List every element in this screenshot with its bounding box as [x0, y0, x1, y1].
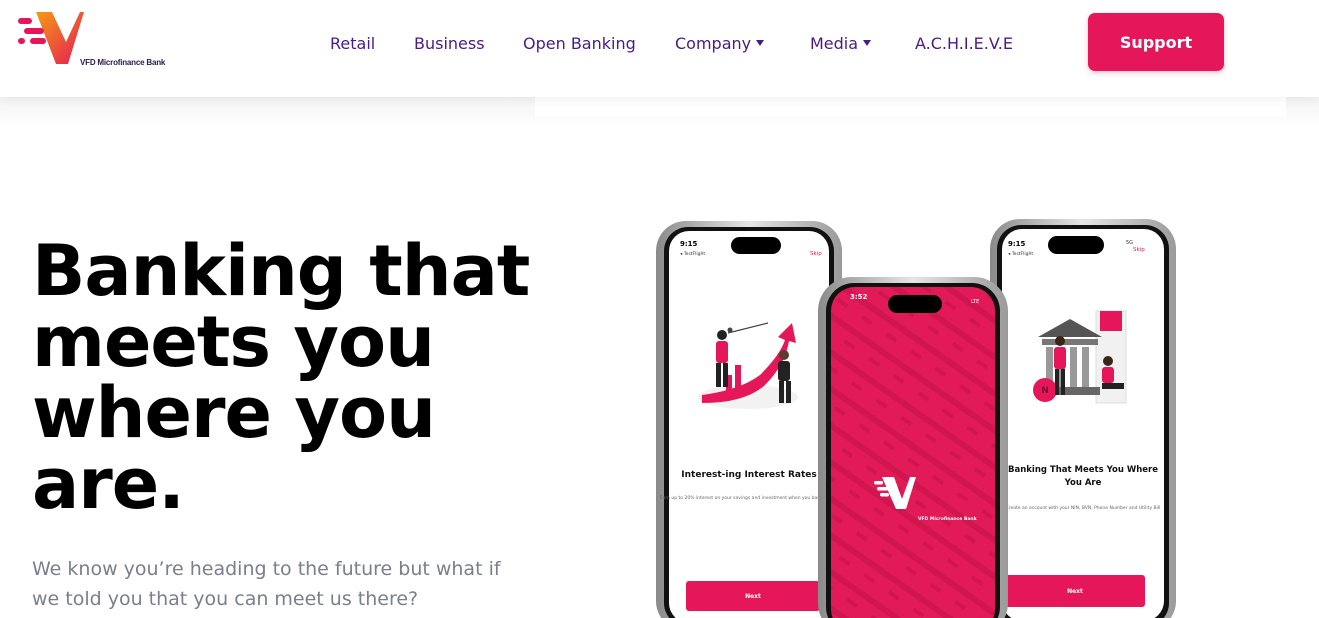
nav-item-label: Company	[675, 34, 752, 53]
svg-text:N: N	[1041, 386, 1049, 396]
testflight-back-link: ◂ TestFlight	[680, 251, 705, 257]
hero-subtext: We know you’re heading to the future but…	[32, 558, 501, 610]
onboarding-title: Interest-ing Interest Rates	[681, 470, 816, 480]
status-time: 3:52	[850, 293, 868, 301]
dynamic-island	[731, 237, 781, 254]
next-button-label: Next	[745, 593, 761, 600]
phone-left: 9:15 ◂ TestFlight Skip Interest-ing Inte…	[656, 221, 842, 618]
app-phones-illustration: 9:15 ◂ TestFlight Skip Interest-ing Inte…	[640, 215, 1200, 618]
hero-card-edge	[535, 97, 1286, 117]
nav-item-label: Media	[810, 34, 859, 53]
onboarding-body: Create an account with your NIN, BVN, Ph…	[1006, 505, 1161, 511]
vfd-logo[interactable]: VFD Microfinance Bank	[16, 12, 176, 72]
caret-down-icon	[756, 39, 765, 46]
logo-brand-name: VFD Microfinance Bank	[80, 58, 166, 67]
nav-item-retail[interactable]: Retail	[330, 34, 375, 53]
dynamic-island	[888, 295, 942, 313]
nav-item-label: Business	[414, 34, 485, 53]
nav-item-open-banking[interactable]: Open Banking	[523, 34, 636, 53]
nav-item-label: Retail	[330, 34, 376, 53]
nav-item-label: Open Banking	[523, 34, 636, 53]
caret-down-icon	[863, 39, 872, 46]
phone-center: 3:52 LTE VFD Microfinance Bank	[818, 277, 1008, 618]
phones-svg: 9:15 ◂ TestFlight Skip Interest-ing Inte…	[656, 219, 1176, 618]
splash-screen	[831, 287, 995, 618]
network-indicator: LTE	[971, 299, 979, 305]
nav-item-achieve[interactable]: A.C.H.I.E.V.E	[915, 34, 1013, 53]
dynamic-island	[1048, 236, 1104, 254]
onboarding-title-line2: You Are	[1064, 478, 1102, 488]
support-button[interactable]: Support	[1088, 13, 1224, 71]
onboarding-title-line1: Banking That Meets You Where	[1008, 465, 1158, 475]
skip-link: Skip	[810, 251, 822, 257]
nav-item-business[interactable]: Business	[414, 34, 485, 53]
next-button-label: Next	[1067, 588, 1083, 595]
nav-item-label: A.C.H.I.E.V.E	[915, 34, 1013, 53]
phone-right: 9:15 ◂ TestFlight 5G Skip N Banking That…	[990, 219, 1176, 618]
testflight-back-link: ◂ TestFlight	[1008, 251, 1033, 257]
splash-brand-name: VFD Microfinance Bank	[918, 516, 978, 522]
nav-item-media[interactable]: Media	[810, 34, 872, 53]
nav-item-company[interactable]: Company	[675, 34, 765, 53]
status-time: 9:15	[680, 240, 698, 248]
network-indicator: 5G	[1126, 240, 1133, 246]
onboarding-body: Earn up to 20% interest on your savings …	[660, 495, 839, 501]
site-header: VFD Microfinance Bank Retail Business Op…	[0, 0, 1319, 97]
hero-headline: Banking that meets you where you are.	[32, 230, 530, 525]
status-time: 9:15	[1008, 240, 1026, 248]
skip-link: Skip	[1133, 247, 1145, 253]
